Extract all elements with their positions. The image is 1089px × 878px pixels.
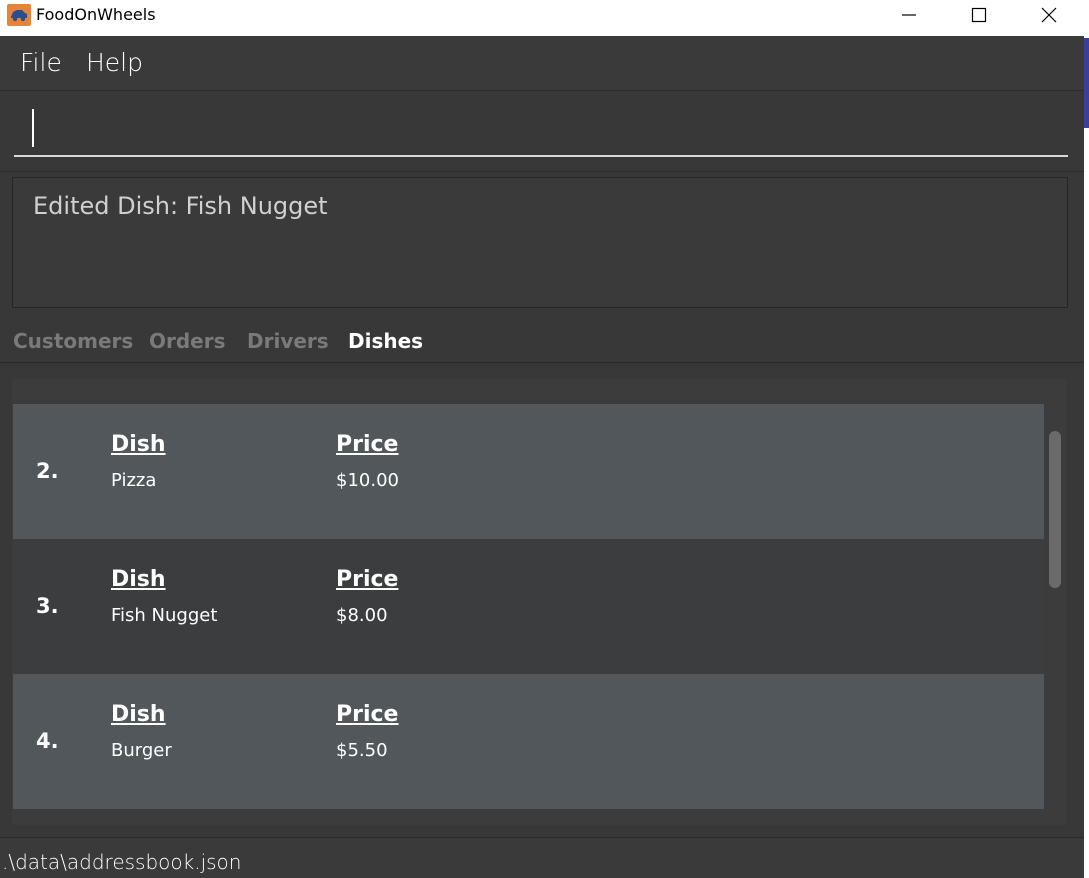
- maximize-button[interactable]: [954, 0, 1004, 30]
- window-edge: [1084, 36, 1089, 877]
- minimize-icon: [902, 14, 916, 16]
- background-window-edge: [1084, 38, 1089, 128]
- data-file-path: .\data\addressbook.json: [2, 850, 242, 874]
- scrollbar[interactable]: [1044, 379, 1066, 825]
- price-header: Price: [336, 702, 399, 727]
- price-header: Price: [336, 567, 399, 592]
- title-bar: FoodOnWheels: [0, 0, 1084, 36]
- dish-header: Dish: [111, 702, 166, 727]
- window-title: FoodOnWheels: [36, 5, 156, 24]
- scrollbar-thumb[interactable]: [1049, 431, 1061, 588]
- menu-file[interactable]: File: [20, 48, 62, 77]
- car-logo-icon: [7, 4, 31, 26]
- price-header: Price: [336, 432, 399, 457]
- tab-customers[interactable]: Customers: [13, 329, 133, 353]
- close-button[interactable]: [1024, 0, 1074, 30]
- item-index: 2.: [36, 459, 59, 483]
- dish-name: Burger: [111, 740, 172, 761]
- close-icon: [1041, 7, 1057, 23]
- dish-list[interactable]: 2. Dish Pizza Price $10.00 3. Dish Fish …: [12, 379, 1044, 825]
- tab-bar: Customers Orders Drivers Dishes: [0, 319, 1084, 363]
- status-bar: .\data\addressbook.json: [0, 837, 1084, 878]
- dish-header: Dish: [111, 567, 166, 592]
- maximize-icon: [971, 7, 987, 23]
- tab-dishes[interactable]: Dishes: [348, 329, 423, 353]
- main-window: File Help Edited Dish: Fish Nugget Custo…: [0, 36, 1084, 878]
- result-message: Edited Dish: Fish Nugget: [33, 192, 328, 220]
- dish-header: Dish: [111, 432, 166, 457]
- menu-help[interactable]: Help: [86, 48, 143, 77]
- dish-name: Pizza: [111, 470, 157, 491]
- dish-name: Fish Nugget: [111, 605, 218, 626]
- menu-bar: File Help: [0, 36, 1084, 91]
- result-display: Edited Dish: Fish Nugget: [12, 177, 1068, 308]
- item-index: 4.: [36, 729, 59, 753]
- dish-price: $8.00: [336, 605, 388, 626]
- tab-drivers[interactable]: Drivers: [247, 329, 329, 353]
- tab-orders[interactable]: Orders: [149, 329, 226, 353]
- item-index: 3.: [36, 594, 59, 618]
- text-caret: [32, 109, 34, 147]
- command-area: [0, 91, 1084, 171]
- result-display-area: Edited Dish: Fish Nugget: [0, 171, 1084, 320]
- list-item[interactable]: 2. Dish Pizza Price $10.00: [13, 404, 1044, 539]
- command-input[interactable]: [14, 101, 1068, 157]
- list-item[interactable]: 4. Dish Burger Price $5.50: [13, 674, 1044, 809]
- dish-price: $5.50: [336, 740, 388, 761]
- dish-list-panel: 2. Dish Pizza Price $10.00 3. Dish Fish …: [0, 363, 1084, 837]
- list-item[interactable]: 3. Dish Fish Nugget Price $8.00: [13, 539, 1044, 674]
- dish-price: $10.00: [336, 470, 399, 491]
- minimize-button[interactable]: [884, 0, 934, 30]
